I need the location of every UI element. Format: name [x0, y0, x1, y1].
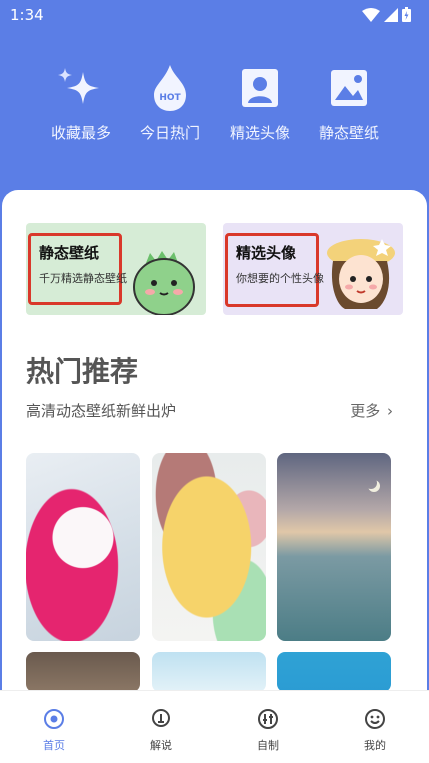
- status-icons: [362, 7, 411, 22]
- nav-today-hot[interactable]: HOT 今日热门: [125, 60, 215, 143]
- tab-home[interactable]: 首页: [24, 707, 84, 753]
- image-icon: [331, 70, 367, 106]
- content-sheet: 静态壁纸 千万精选静态壁纸 精选头像 你想要的个性头像 热门推荐 高清动态壁纸新…: [2, 190, 427, 730]
- battery-icon: [402, 7, 411, 22]
- home-target-icon: [44, 709, 64, 729]
- nav-static-wallpaper[interactable]: 静态壁纸: [304, 60, 394, 143]
- wallpaper-thumbnail[interactable]: [152, 453, 266, 641]
- sparkle-icon: [58, 68, 99, 104]
- nav-label: 今日热门: [139, 124, 200, 142]
- signal-icon: [384, 7, 398, 22]
- wallpaper-thumbnail[interactable]: [277, 453, 391, 641]
- banner-title: 精选头像: [236, 244, 297, 262]
- equalizer-icon: [258, 709, 278, 729]
- girl-illustration: [327, 239, 395, 309]
- smile-icon: [365, 709, 385, 729]
- nav-label: 静态壁纸: [318, 124, 379, 142]
- banner-static-wallpaper[interactable]: 静态壁纸 千万精选静态壁纸: [26, 223, 206, 315]
- banner-desc: 千万精选静态壁纸: [39, 272, 127, 285]
- tab-label: 首页: [43, 739, 65, 752]
- nav-label: 收藏最多: [50, 124, 111, 142]
- banner-title: 静态壁纸: [39, 244, 100, 262]
- banner-desc: 你想要的个性头像: [236, 272, 324, 285]
- portrait-icon: [242, 69, 278, 107]
- wallpaper-thumbnail[interactable]: [26, 652, 140, 692]
- nav-label: 精选头像: [229, 124, 290, 142]
- bottom-tab-bar: 首页 解说 自制 我的: [0, 690, 429, 763]
- more-link[interactable]: 更多 ›: [350, 400, 393, 421]
- wallpaper-thumbnail[interactable]: [277, 652, 391, 692]
- more-label: 更多: [350, 402, 381, 420]
- status-bar: 1:34: [0, 0, 429, 30]
- status-time: 1:34: [10, 6, 44, 24]
- dinosaur-illustration: [133, 251, 195, 315]
- wifi-icon: [362, 7, 380, 22]
- tab-label: 我的: [364, 739, 386, 752]
- pin-icon: [152, 709, 170, 727]
- section-title: 热门推荐: [26, 355, 139, 388]
- top-category-nav: 收藏最多 HOT 今日热门 精选头像 静态壁纸: [0, 60, 429, 160]
- nav-selected-avatars[interactable]: 精选头像: [215, 60, 305, 143]
- tab-label: 解说: [150, 739, 172, 752]
- moon-icon: [365, 477, 377, 489]
- section-subtitle: 高清动态壁纸新鲜出炉: [26, 402, 177, 420]
- tab-label: 自制: [257, 739, 279, 752]
- hot-flame-icon: HOT: [154, 65, 186, 111]
- tab-mine[interactable]: 我的: [345, 707, 405, 753]
- svg-text:HOT: HOT: [159, 93, 181, 103]
- wallpaper-thumbnail[interactable]: [26, 453, 140, 641]
- banner-highlight-box: 精选头像 你想要的个性头像: [225, 233, 324, 307]
- wallpaper-thumbnail[interactable]: [152, 652, 266, 692]
- tab-commentary[interactable]: 解说: [131, 707, 191, 753]
- nav-most-favorited[interactable]: 收藏最多: [36, 60, 126, 143]
- banner-selected-avatars[interactable]: 精选头像 你想要的个性头像: [223, 223, 403, 315]
- tab-custom[interactable]: 自制: [238, 707, 298, 753]
- banner-highlight-box: 静态壁纸 千万精选静态壁纸: [28, 233, 127, 305]
- chevron-right-icon: ›: [387, 402, 393, 420]
